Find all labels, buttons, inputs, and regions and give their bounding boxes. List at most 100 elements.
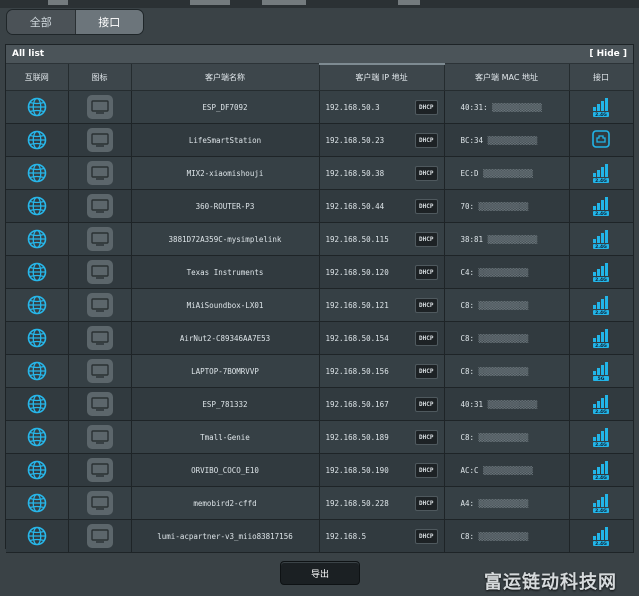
table-row[interactable]: memobird2-cffd 192.168.50.228 DHCP A4: ▒▒▒▒… [6,486,634,520]
globe-icon[interactable] [27,130,47,150]
redacted-mac: ▒▒▒▒▒▒▒▒▒▒▒ [474,366,529,376]
redacted-mac: ▒▒▒▒▒▒▒▒▒▒▒ [474,333,529,343]
table-row[interactable]: LAPTOP-7BOMRVVP 192.168.50.156 DHCP C8: ▒▒▒… [6,354,634,388]
svg-text:2.4G: 2.4G [595,211,607,216]
dhcp-badge: DHCP [415,99,438,115]
column-header-client-ip[interactable]: 客户端 IP 地址 [319,63,445,91]
globe-icon[interactable] [27,262,47,282]
client-name[interactable]: lumi-acpartner-v3_miio83817156 [131,519,320,553]
client-mac: 38:81 [460,234,484,244]
monitor-icon[interactable] [86,161,113,185]
globe-icon[interactable] [27,460,47,480]
hide-link[interactable]: [ Hide ] [589,49,627,59]
table-row[interactable]: LifeSmartStation 192.168.50.23 DHCP BC:34 ▒… [6,123,634,157]
svg-text:2.4G: 2.4G [595,541,607,546]
monitor-icon[interactable] [86,425,113,449]
client-mac-cell: 40:31: ▒▒▒▒▒▒▒▒▒▒▒ [444,90,570,124]
globe-icon[interactable] [27,196,47,216]
tab-all[interactable]: 全部 [7,10,75,34]
client-name[interactable]: 360-ROUTER-P3 [131,189,320,223]
monitor-icon[interactable] [86,293,113,317]
dhcp-badge: DHCP [415,297,438,313]
client-mac: A4: [460,498,475,508]
svg-text:2.4G: 2.4G [595,310,607,315]
monitor-icon[interactable] [86,260,113,284]
globe-icon[interactable] [27,361,47,381]
client-ip-cell: 192.168.50.23 DHCP [319,123,445,157]
monitor-icon[interactable] [86,524,113,548]
monitor-icon[interactable] [86,326,113,350]
redacted-mac: ▒▒▒▒▒▒▒▒▒▒▒ [474,432,529,442]
device-icon-cell [68,222,132,256]
table-row[interactable]: Tmall-Genie 192.168.50.189 DHCP C8: ▒▒▒▒▒▒▒… [6,420,634,454]
table-row[interactable]: Texas Instruments 192.168.50.120 DHCP C4: ▒… [6,255,634,289]
client-ip: 192.168.50.154 [325,333,389,343]
tab-interface[interactable]: 接口 [74,10,143,34]
interface-cell: 2.4G [569,288,634,322]
client-name[interactable]: ESP_DF7092 [131,90,320,124]
table-row[interactable]: ESP_781332 192.168.50.167 DHCP 40:31 ▒▒▒▒▒▒… [6,387,634,421]
client-name[interactable]: LifeSmartStation [131,123,320,157]
client-name[interactable]: MiAiSoundbox-LX01 [131,288,320,322]
client-name[interactable]: 3881D72A359C-mysimplelink [131,222,320,256]
table-row[interactable]: 360-ROUTER-P3 192.168.50.44 DHCP 70: ▒▒▒▒▒▒… [6,189,634,223]
globe-icon[interactable] [27,427,47,447]
client-mac-cell: EC:D ▒▒▒▒▒▒▒▒▒▒▒ [444,156,570,190]
monitor-icon[interactable] [86,491,113,515]
client-name[interactable]: ESP_781332 [131,387,320,421]
monitor-icon[interactable] [86,227,113,251]
monitor-icon[interactable] [86,95,113,119]
client-ip: 192.168.50.167 [325,399,389,409]
dhcp-badge: DHCP [415,231,438,247]
device-icon-cell [68,189,132,223]
globe-icon[interactable] [27,163,47,183]
column-header-internet[interactable]: 互联网 [6,64,69,91]
column-header-client-name[interactable]: 客户端名称 [131,64,320,91]
client-name[interactable]: LAPTOP-7BOMRVVP [131,354,320,388]
globe-icon[interactable] [27,394,47,414]
monitor-icon[interactable] [86,128,113,152]
client-name[interactable]: memobird2-cffd [131,486,320,520]
monitor-icon[interactable] [86,359,113,383]
monitor-icon[interactable] [86,458,113,482]
client-name[interactable]: ORVIBO_COCO_E10 [131,453,320,487]
redacted-mac: ▒▒▒▒▒▒▒▒▒▒▒ [483,399,538,409]
interface-cell: 2.4G [569,321,634,355]
column-header-icon[interactable]: 图标 [68,64,132,91]
client-ip: 192.168.5 [325,531,367,541]
column-header-client-mac[interactable]: 客户端 MAC 地址 [444,64,570,91]
interface-cell: 2.4G [569,222,634,256]
client-mac-cell: C8: ▒▒▒▒▒▒▒▒▒▒▒ [444,321,570,355]
table-row[interactable]: MiAiSoundbox-LX01 192.168.50.121 DHCP C8: ▒… [6,288,634,322]
globe-icon[interactable] [27,97,47,117]
column-header-interface[interactable]: 接口 [569,64,634,91]
monitor-icon[interactable] [86,194,113,218]
globe-icon[interactable] [27,229,47,249]
interface-cell: 2.4G [569,420,634,454]
table-row[interactable]: ORVIBO_COCO_E10 192.168.50.190 DHCP AC:C ▒▒… [6,453,634,487]
device-icon-cell [68,288,132,322]
client-name[interactable]: AirNut2-C89346AA7E53 [131,321,320,355]
client-mac-cell: 40:31 ▒▒▒▒▒▒▒▒▒▒▒ [444,387,570,421]
dhcp-badge: DHCP [415,198,438,214]
redacted-mac: ▒▒▒▒▒▒▒▒▒▒▒ [474,267,529,277]
client-name[interactable]: MIX2-xiaomishouji [131,156,320,190]
globe-icon[interactable] [27,526,47,546]
table-row[interactable]: AirNut2-C89346AA7E53 192.168.50.154 DHCP C8… [6,321,634,355]
redacted-mac: ▒▒▒▒▒▒▒▒▒▒▒ [474,498,529,508]
export-button[interactable]: 导出 [280,561,360,585]
client-ip-cell: 192.168.50.44 DHCP [319,189,445,223]
monitor-icon[interactable] [86,392,113,416]
table-row[interactable]: lumi-acpartner-v3_miio83817156 192.168.5 D… [6,519,634,553]
client-mac: 70: [460,201,475,211]
globe-icon[interactable] [27,295,47,315]
table-row[interactable]: MIX2-xiaomishouji 192.168.50.38 DHCP EC:D ▒… [6,156,634,190]
table-row[interactable]: ESP_DF7092 192.168.50.3 DHCP 40:31: ▒▒▒▒▒▒▒… [6,90,634,124]
client-ip-cell: 192.168.50.121 DHCP [319,288,445,322]
table-row[interactable]: 3881D72A359C-mysimplelink 192.168.50.115 D… [6,222,634,256]
globe-icon[interactable] [27,328,47,348]
client-name[interactable]: Texas Instruments [131,255,320,289]
client-name[interactable]: Tmall-Genie [131,420,320,454]
device-icon-cell [68,321,132,355]
globe-icon[interactable] [27,493,47,513]
